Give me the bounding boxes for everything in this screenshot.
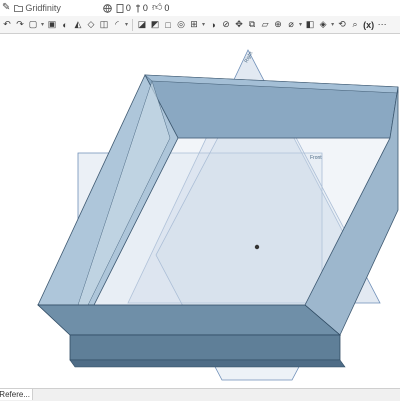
render-icon[interactable]: ◈ xyxy=(318,19,328,31)
plane-icon[interactable]: ▱ xyxy=(260,19,270,31)
folder-icon xyxy=(14,5,24,12)
chevron-down-icon[interactable]: ▾ xyxy=(125,21,128,28)
tab-design-references[interactable]: gn Refere... xyxy=(0,389,33,400)
mate-connector-icon[interactable]: ⊕ xyxy=(273,19,283,31)
draft-icon[interactable]: ◩ xyxy=(150,19,160,31)
boolean-icon[interactable]: ◑ xyxy=(208,19,218,31)
branches-count[interactable]: 0 xyxy=(135,3,148,13)
variable-button[interactable]: (x) xyxy=(363,20,374,30)
front-wall-base xyxy=(69,359,346,368)
sweep-icon[interactable]: ◭ xyxy=(73,19,83,31)
pattern-icon[interactable]: ⊞ xyxy=(189,19,199,31)
revolve-icon[interactable]: ◐ xyxy=(60,19,70,31)
origin-point[interactable] xyxy=(254,244,260,250)
chevron-down-icon[interactable]: ▾ xyxy=(299,21,302,28)
transform-icon[interactable]: ✥ xyxy=(234,19,244,31)
measure-icon[interactable]: ⌀ xyxy=(286,19,296,31)
chevron-down-icon[interactable]: ▾ xyxy=(202,21,205,28)
section-view-icon[interactable]: ◧ xyxy=(305,19,315,31)
history-icon[interactable]: ⟲ xyxy=(337,19,347,31)
graphics-viewport[interactable]: Right Front xyxy=(0,35,400,390)
shell-icon[interactable]: □ xyxy=(163,19,173,31)
search-tools-icon[interactable]: ⌕ xyxy=(350,19,360,31)
branch-icon xyxy=(135,4,140,12)
front-plane-label[interactable]: Front xyxy=(310,155,322,161)
toolbar-divider xyxy=(132,18,134,31)
like-count-label: 0 xyxy=(164,3,170,13)
document-path[interactable]: Gridfinity xyxy=(25,3,61,13)
tab-label: gn Refere... xyxy=(0,390,30,399)
document-icon xyxy=(116,3,124,13)
hole-icon[interactable]: ◎ xyxy=(176,19,186,31)
undo-icon[interactable]: ↶ xyxy=(2,19,12,31)
extrude-icon[interactable]: ▣ xyxy=(47,19,57,31)
thicken-icon[interactable]: ◫ xyxy=(99,19,109,31)
feature-toolbar: ↶ ↷ ▢ ▾ ▣ ◐ ◭ ◇ ◫ ◜ ▾ ◪ ◩ □ ◎ ⊞ ▾ ◑ ⊘ ✥ … xyxy=(0,16,400,34)
chevron-down-icon[interactable]: ▾ xyxy=(41,21,44,28)
more-icon[interactable]: ⋯ xyxy=(377,19,387,31)
front-wall[interactable] xyxy=(36,304,342,336)
split-icon[interactable]: ⊘ xyxy=(221,19,231,31)
front-wall-face[interactable] xyxy=(69,334,341,361)
document-header: ✎ Gridfinity 0 0 👍︎ 0 xyxy=(0,0,400,16)
mirror-icon[interactable]: ⧉ xyxy=(247,19,257,31)
tab-strip: gn Refere... xyxy=(0,388,400,401)
branch-count-label: 0 xyxy=(142,3,148,13)
pencil-icon[interactable]: ✎ xyxy=(2,3,10,13)
globe-icon[interactable] xyxy=(103,3,112,13)
likes-count[interactable]: 👍︎ 0 xyxy=(151,2,170,14)
chevron-down-icon[interactable]: ▾ xyxy=(331,21,334,28)
loft-icon[interactable]: ◇ xyxy=(86,19,96,31)
fillet-icon[interactable]: ◜ xyxy=(112,19,122,31)
redo-icon[interactable]: ↷ xyxy=(15,19,25,31)
thumbs-up-icon: 👍︎ xyxy=(151,2,163,13)
version-count-label: 0 xyxy=(125,3,131,13)
sketch-icon[interactable]: ▢ xyxy=(28,19,38,31)
versions-count[interactable]: 0 xyxy=(116,3,131,13)
breadcrumb[interactable]: Gridfinity xyxy=(14,3,61,13)
chamfer-icon[interactable]: ◪ xyxy=(137,19,147,31)
